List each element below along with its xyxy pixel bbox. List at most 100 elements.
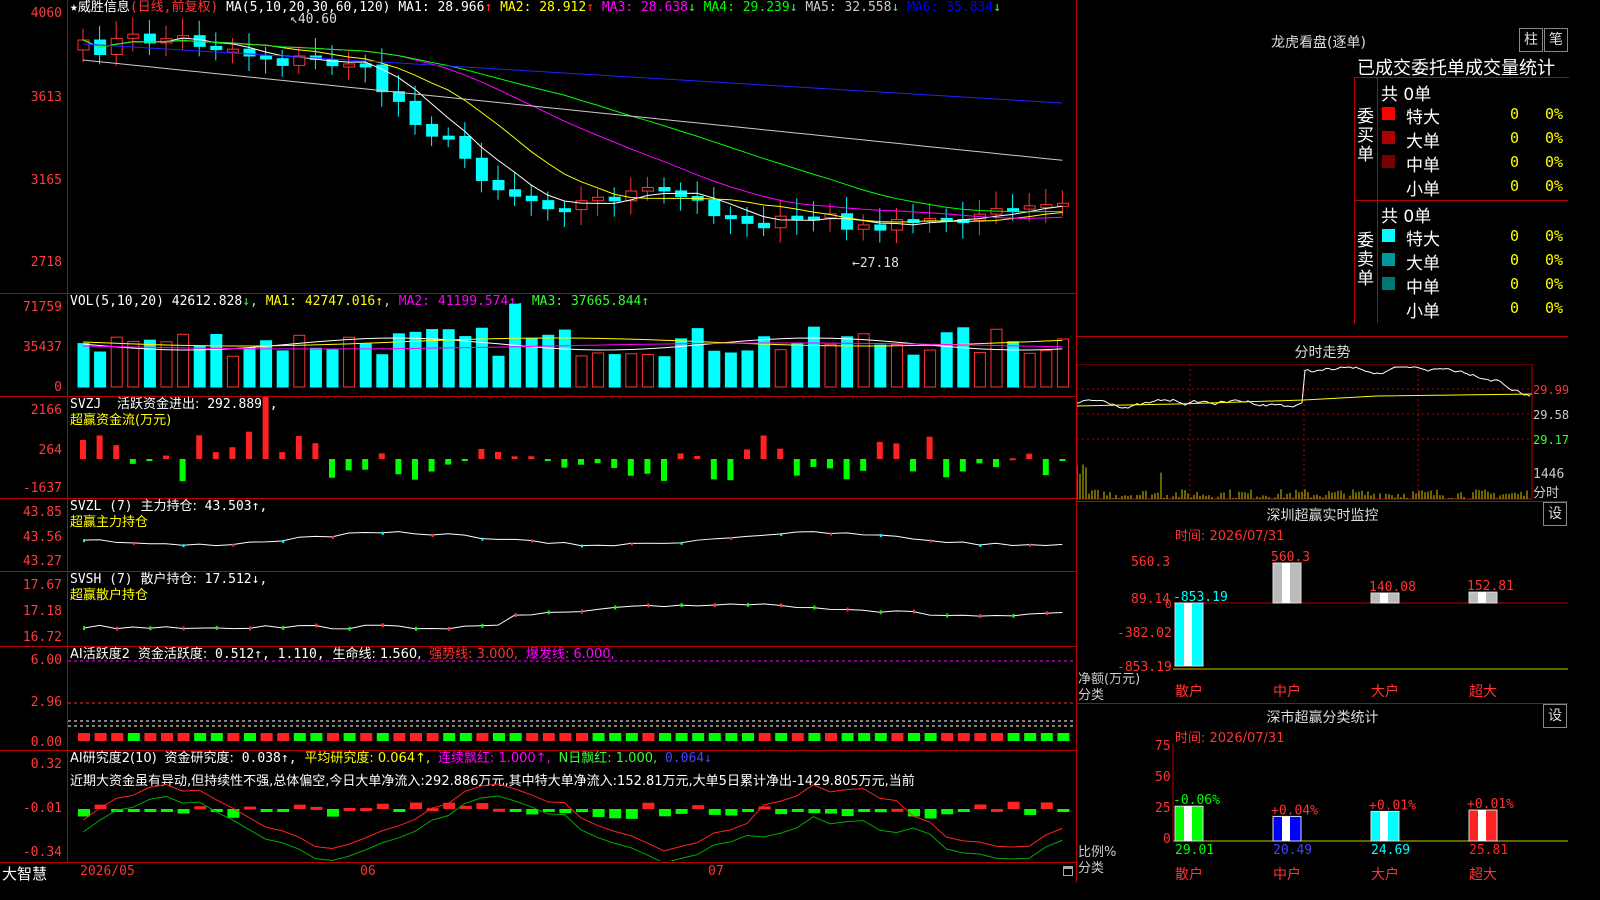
research-bar [227,809,240,818]
activity-bar [210,733,223,741]
y-tick: 71759 [22,300,62,315]
category-label: 中户 [1273,683,1301,700]
svzl-panel[interactable]: SVZL (7) 主力持仓: 43.503↑, 超赢主力持仓 43.85 43.… [0,499,1076,572]
holding-dot [1012,613,1015,618]
volume-bar [409,331,422,388]
flow-bar [113,445,120,459]
research-bar [708,809,721,815]
activity-bar [410,733,422,741]
holding-dot [614,605,617,610]
volume-panel[interactable]: VOL(5,10,20) 42612.828↓, MA1: 42747.016↑… [0,294,1076,397]
ratio-chart[interactable]: -0.06% 29.01 散户 +0.04% 20.49 中户 +0.01% 24.69 大户 +… [1077,704,1568,883]
ai-active-panel[interactable]: AI活跃度2 资金活跃度: 0.512↑, 1.110, 生命线: 1.560,… [0,647,1076,751]
research-bar [924,809,937,819]
order-count: 0 [1510,227,1520,245]
flow-bar [196,435,203,459]
sell-total: 共 0单 [1381,207,1432,227]
holding-dot [132,541,135,545]
y-tick: -1637 [22,481,62,496]
order-pct: 0% [1545,105,1564,123]
order-count: 0 [1510,129,1520,147]
kline-y-axis: 4060 3613 3165 2718 [0,0,66,293]
research-chart[interactable] [68,751,1074,861]
date-label: 2026/05 [80,864,135,879]
holding-dot [83,626,85,631]
order-type: 小单 [1406,180,1440,200]
net-flow-chart[interactable]: -853.19 散户 560.3 中户 140.08 大户 152.81 超大 [1077,502,1568,703]
activity-bar [327,733,339,741]
candle [874,224,887,231]
candle [426,123,439,137]
flow-bar [876,441,883,459]
kline-panel[interactable]: ★威胜信息(日线,前复权) MA(5,10,20,30,60,120) MA1:… [0,0,1076,294]
research-bar [609,809,622,819]
classify-panel[interactable]: 深市超赢分类统计 设 时间: 2026/07/31 75 50 25 0 比例%… [1077,703,1568,883]
flow-bar [810,459,817,467]
holding-dot [630,542,633,546]
ratio-column-highlight [1282,816,1290,841]
activity-bar [974,733,987,741]
flow-bar [412,459,418,480]
high-marker: ↖40.60 [290,12,337,27]
column-view-button[interactable]: 柱 [1519,28,1543,52]
research-bar [194,806,207,810]
date-axis: 大智慧 2026/05 06 07 [0,863,1076,884]
monitor-panel[interactable]: 深圳超赢实时监控 设 时间: 2026/07/31 560.3 89.14 0 … [1077,501,1568,703]
volume-bar [724,352,737,388]
retail-holding-chart[interactable] [68,572,1074,645]
volume-bar [177,333,190,388]
svzj-y-axis: 2166 264 -1637 [0,397,66,498]
flow-bar [295,436,302,459]
lock-icon[interactable] [1063,866,1073,876]
research-bar [625,809,638,819]
volume-bar [940,332,953,388]
volume-bar [924,349,937,388]
holding-dot [315,623,318,628]
research-bar [127,809,140,812]
volume-bar [359,343,372,388]
candle [475,157,488,181]
activity-bar [808,733,821,741]
fenshi-panel[interactable]: 分时走势 29.99 29.58 29.17 1446 分时 [1077,337,1569,501]
volume-chart[interactable] [68,294,1074,395]
category-label: 超大 [1469,867,1497,883]
svzj-panel[interactable]: SVZJ 活跃资金进出: 292.889↑, 超赢资金流(万元) 2166 26… [0,397,1076,499]
flow-bar [793,459,800,476]
volume-bar [558,329,571,388]
order-pct: 0% [1545,129,1564,147]
candle [592,196,605,202]
ratio-change: +0.01% [1369,798,1416,813]
ratio-change: +0.04% [1271,803,1318,818]
tick-view-button[interactable]: 笔 [1544,28,1568,52]
candle [758,222,771,229]
svsh-panel[interactable]: SVSH (7) 散户持仓: 17.512↓, 超赢散户持仓 17.67 17.… [0,572,1076,647]
legend-swatch [1382,229,1395,242]
research-bar [177,809,190,814]
volume-bar [343,336,356,388]
volume-bar [741,350,754,388]
y-tick: -0.01 [22,801,62,816]
candlestick-chart[interactable] [68,0,1074,292]
capital-flow-chart[interactable] [68,397,1074,497]
activity-bar [94,733,107,741]
y-tick: 17.18 [22,604,62,619]
research-bar [443,802,456,809]
flow-bar [246,431,252,459]
research-bar [277,809,290,812]
flow-bar [378,453,385,459]
candle [260,55,273,60]
svzl-y-axis: 43.85 43.56 43.27 [0,499,66,571]
flow-bar [710,459,717,480]
flow-bar [611,459,618,468]
volume-bar [774,349,787,388]
ai-research-panel[interactable]: AI研究度2(10) 资金研究度: 0.038↑, 平均研究度: 0.064↑,… [0,751,1076,863]
brand-label[interactable]: 大智慧 [2,863,47,884]
axis-divider [67,0,68,862]
main-holding-chart[interactable] [68,499,1074,570]
holding-dot [83,539,85,543]
activity-bar [277,733,290,741]
activity-chart[interactable] [68,647,1074,749]
longhu-col-border [1377,77,1378,323]
holding-dot [182,544,185,548]
intraday-chart[interactable] [1077,364,1568,500]
